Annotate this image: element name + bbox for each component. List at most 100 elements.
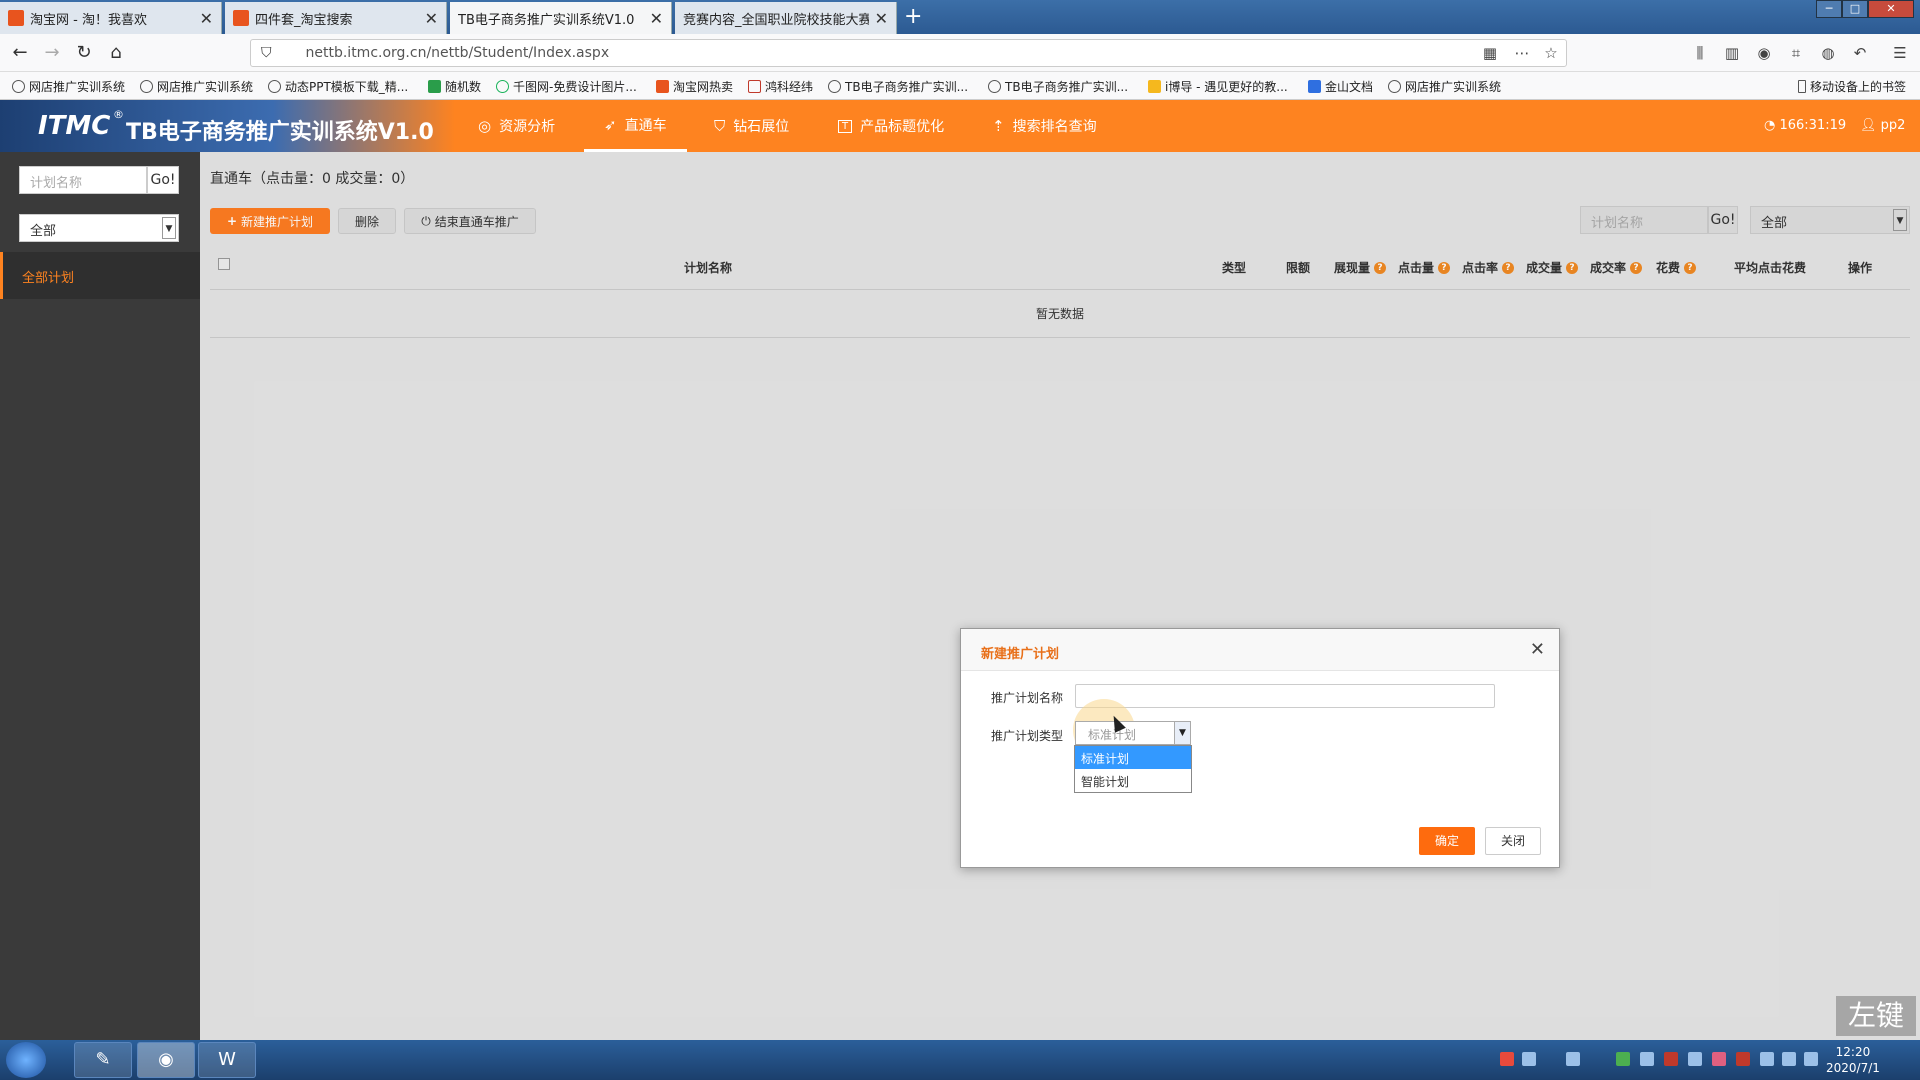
bookmark[interactable]: 动态PPT模板下载_精... bbox=[268, 78, 408, 95]
close-button[interactable]: 关闭 bbox=[1485, 827, 1541, 855]
globe-icon bbox=[1388, 80, 1401, 93]
bookmark[interactable]: i博导 - 遇见更好的教... bbox=[1148, 78, 1288, 95]
tray-app-icon[interactable] bbox=[1736, 1052, 1750, 1066]
nav-diamond-booth[interactable]: ⛉ 钻石展位 bbox=[714, 100, 789, 152]
home-icon[interactable]: ⌂ bbox=[104, 42, 128, 66]
address-bar[interactable]: ⛉ nettb.itmc.org.cn/nettb/Student/Index.… bbox=[250, 39, 1567, 67]
registered-mark: ® bbox=[113, 108, 124, 121]
bookmark[interactable]: 淘宝网热卖 bbox=[656, 78, 733, 95]
mobile-bookmarks[interactable]: 移动设备上的书签 bbox=[1798, 78, 1906, 95]
bookmark[interactable]: 网店推广实训系统 bbox=[12, 78, 125, 95]
tray-app-icon[interactable] bbox=[1566, 1052, 1580, 1066]
word-icon[interactable]: W bbox=[198, 1042, 256, 1078]
sheet-icon bbox=[428, 80, 441, 93]
clock-time: 12:20 bbox=[1835, 1045, 1871, 1059]
qr-icon[interactable]: ▦ bbox=[1480, 43, 1500, 63]
browser-tab-active[interactable]: TB电子商务推广实训系统V1.0 ✕ bbox=[450, 2, 672, 34]
bookmark[interactable]: 网店推广实训系统 bbox=[140, 78, 253, 95]
new-tab-button[interactable]: + bbox=[904, 4, 922, 30]
close-icon[interactable]: ✕ bbox=[200, 9, 213, 28]
crop-icon[interactable]: ⌗ bbox=[1786, 43, 1806, 63]
select-value: 标准计划 bbox=[1088, 728, 1137, 742]
plan-name-input[interactable] bbox=[1075, 684, 1495, 708]
chat-icon[interactable]: ◍ bbox=[1818, 43, 1838, 63]
nav-through-train[interactable]: ➶ 直通车 bbox=[584, 100, 687, 152]
taobao-icon bbox=[233, 10, 249, 26]
plan-filter-select[interactable]: 全部 ▼ bbox=[19, 214, 179, 242]
close-icon[interactable]: ✕ bbox=[425, 9, 438, 28]
user-menu[interactable]: 👤︎ pp2 bbox=[1860, 118, 1905, 133]
system-title: TB电子商务推广实训系统V1.0 bbox=[126, 120, 434, 145]
bookmark[interactable]: TB电子商务推广实训... bbox=[828, 78, 968, 95]
close-icon[interactable]: ✕ bbox=[1530, 639, 1545, 660]
user-icon: 👤︎ bbox=[1860, 118, 1877, 133]
sidebar-icon[interactable]: ▥ bbox=[1722, 43, 1742, 63]
close-icon[interactable]: ✕ bbox=[875, 9, 888, 28]
confirm-button[interactable]: 确定 bbox=[1419, 827, 1475, 855]
plan-search-input[interactable]: 计划名称 bbox=[19, 166, 147, 194]
undo-icon[interactable]: ↶ bbox=[1850, 43, 1870, 63]
globe-icon bbox=[140, 80, 153, 93]
more-icon[interactable]: ⋯ bbox=[1512, 43, 1532, 63]
browser-tab[interactable]: 四件套_淘宝搜索 ✕ bbox=[225, 2, 447, 34]
star-icon[interactable]: ☆ bbox=[1541, 43, 1561, 63]
notepad-icon[interactable]: ✎ bbox=[74, 1042, 132, 1078]
nav-title-optimization[interactable]: T 产品标题优化 bbox=[838, 100, 944, 152]
url-text: nettb.itmc.org.cn/nettb/Student/Index.as… bbox=[305, 45, 610, 61]
flash-icon[interactable] bbox=[1664, 1052, 1678, 1066]
bookmark[interactable]: 千图网-免费设计图片... bbox=[496, 78, 637, 95]
option-standard-plan[interactable]: 标准计划 bbox=[1075, 746, 1191, 769]
minimize-button[interactable]: ─ bbox=[1816, 0, 1842, 18]
sidebar-item-all-plans[interactable]: 全部计划 bbox=[0, 252, 200, 299]
security-icon[interactable] bbox=[1688, 1052, 1702, 1066]
search-go-button[interactable]: Go! bbox=[147, 166, 179, 194]
plan-name-label: 推广计划名称 bbox=[991, 691, 1064, 705]
firefox-icon[interactable]: ◉ bbox=[137, 1042, 195, 1078]
tray-app-icon[interactable] bbox=[1640, 1052, 1654, 1066]
modal-backdrop[interactable] bbox=[200, 152, 1920, 1040]
dialog-header: 新建推广计划 ✕ bbox=[961, 629, 1559, 671]
tray-app-icon[interactable] bbox=[1712, 1052, 1726, 1066]
nav-search-rank[interactable]: ⇡ 搜索排名查询 bbox=[992, 100, 1097, 152]
bluetooth-icon[interactable] bbox=[1760, 1052, 1774, 1066]
window-close-button[interactable]: ✕ bbox=[1868, 0, 1914, 18]
bookmarks-bar: 网店推广实训系统 网店推广实训系统 动态PPT模板下载_精... 随机数 千图网… bbox=[0, 72, 1920, 100]
back-icon[interactable]: ← bbox=[8, 42, 32, 66]
browser-tab[interactable]: 竞赛内容_全国职业院校技能大赛中 ✕ bbox=[675, 2, 897, 34]
system-clock[interactable]: 12:20 2020/7/1 bbox=[1826, 1044, 1880, 1076]
globe-icon bbox=[828, 80, 841, 93]
close-icon[interactable]: ✕ bbox=[650, 9, 663, 28]
option-smart-plan[interactable]: 智能计划 bbox=[1075, 769, 1191, 792]
clock-date: 2020/7/1 bbox=[1826, 1061, 1880, 1075]
bookmark[interactable]: TB电子商务推广实训... bbox=[988, 78, 1128, 95]
ime-icon[interactable] bbox=[1500, 1052, 1514, 1066]
help-icon[interactable] bbox=[1522, 1052, 1536, 1066]
bookmark[interactable]: 鸿科经纬 bbox=[748, 78, 813, 95]
network-icon[interactable] bbox=[1782, 1052, 1796, 1066]
maximize-button[interactable]: □ bbox=[1842, 0, 1868, 18]
target-icon: ◎ bbox=[478, 117, 492, 135]
library-icon[interactable]: ⫼ bbox=[1690, 43, 1710, 63]
nav-label: 资源分析 bbox=[499, 119, 556, 135]
browser-tab[interactable]: 淘宝网 - 淘！我喜欢 ✕ bbox=[0, 2, 222, 34]
volume-icon[interactable] bbox=[1804, 1052, 1818, 1066]
bookmark[interactable]: 金山文档 bbox=[1308, 78, 1373, 95]
menu-icon[interactable]: ☰ bbox=[1890, 43, 1910, 63]
shield-icon: ⛉ bbox=[261, 45, 272, 61]
chevron-down-icon: ▼ bbox=[1174, 722, 1190, 744]
start-button[interactable] bbox=[6, 1042, 46, 1078]
bookmark-label: 淘宝网热卖 bbox=[673, 80, 734, 94]
bookmark[interactable]: 随机数 bbox=[428, 78, 481, 95]
account-icon[interactable]: ◉ bbox=[1754, 43, 1774, 63]
tray-app-icon[interactable] bbox=[1616, 1052, 1630, 1066]
title-icon: T bbox=[838, 119, 853, 133]
bookmark[interactable]: 网店推广实训系统 bbox=[1388, 78, 1501, 95]
nav-label: 产品标题优化 bbox=[860, 119, 945, 135]
reload-icon[interactable]: ↻ bbox=[72, 42, 96, 66]
tab-title: 竞赛内容_全国职业院校技能大赛中 bbox=[683, 12, 869, 28]
forward-icon[interactable]: → bbox=[40, 42, 64, 66]
bookmark-label: 千图网-免费设计图片... bbox=[513, 80, 637, 94]
nav-resource-analysis[interactable]: ◎ 资源分析 bbox=[478, 100, 555, 152]
plan-type-select[interactable]: 标准计划 ▼ bbox=[1075, 721, 1191, 745]
panda-icon bbox=[268, 80, 281, 93]
